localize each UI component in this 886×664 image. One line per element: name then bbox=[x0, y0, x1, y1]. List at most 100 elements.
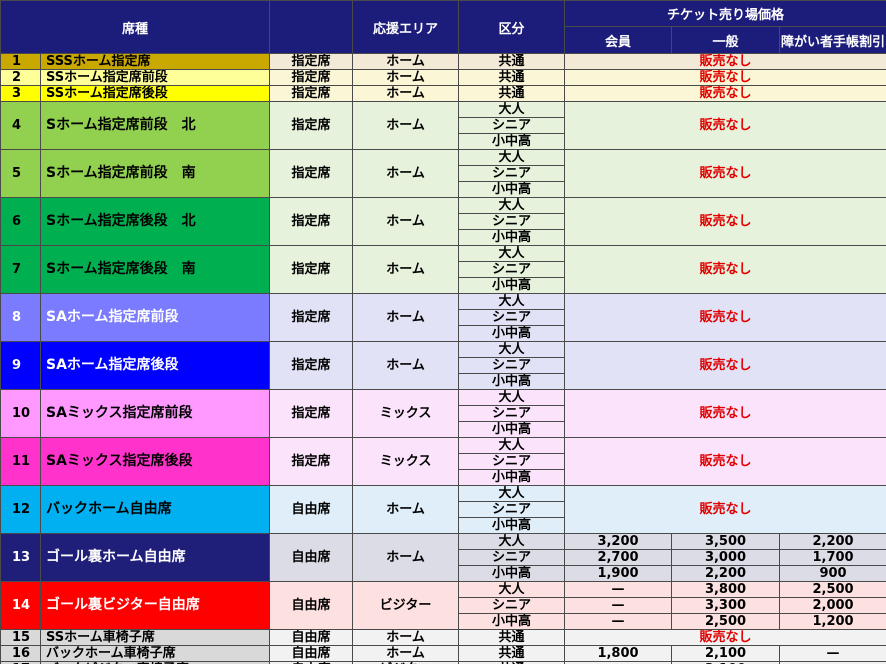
ticket-category: 大人 bbox=[458, 293, 566, 310]
seat-name: Sホーム指定席前段 南 bbox=[39, 149, 271, 198]
ticket-category: 大人 bbox=[458, 101, 566, 118]
ticket-category: 共通 bbox=[458, 69, 566, 86]
ticket-category: シニア bbox=[458, 549, 566, 566]
seat-class: 指定席 bbox=[269, 85, 354, 102]
price-member: 1,900 bbox=[564, 565, 673, 582]
price-disabled: — bbox=[779, 645, 886, 662]
ticket-category: 小中高 bbox=[458, 469, 566, 486]
table-row: 2 SSホーム指定席前段 指定席 ホーム 共通 販売なし bbox=[0, 69, 886, 86]
support-area: ホーム bbox=[352, 245, 460, 294]
price-disabled: 2,500 bbox=[779, 581, 886, 598]
seat-name: Sホーム指定席後段 南 bbox=[39, 245, 271, 294]
seat-rows: 1 SSSホーム指定席 指定席 ホーム 共通 販売なし 2 SSホーム指定席前段 指定席 ホーム共… bbox=[0, 53, 886, 664]
seat-number: 6 bbox=[0, 197, 41, 246]
ticket-category: 小中高 bbox=[458, 421, 566, 438]
seat-number: 1 bbox=[0, 53, 41, 70]
support-area: ホーム bbox=[352, 533, 460, 582]
price-member: 1,800 bbox=[564, 645, 673, 662]
ticket-category: 小中高 bbox=[458, 229, 566, 246]
not-sold-label: 販売なし bbox=[564, 341, 886, 390]
seat-name: Sホーム指定席前段 北 bbox=[39, 101, 271, 150]
seat-class: 指定席 bbox=[269, 293, 354, 342]
price-disabled: 1,700 bbox=[779, 549, 886, 566]
seat-number: 16 bbox=[0, 645, 41, 662]
ticket-category: 小中高 bbox=[458, 517, 566, 534]
price-member: 3,200 bbox=[564, 533, 673, 550]
price-general: 2,100 bbox=[671, 645, 781, 662]
not-sold-label: 販売なし bbox=[564, 293, 886, 342]
ticket-category: シニア bbox=[458, 213, 566, 230]
seat-class: 指定席 bbox=[269, 69, 354, 86]
seat-name: SAホーム指定席後段 bbox=[39, 341, 271, 390]
ticket-category: シニア bbox=[458, 261, 566, 278]
not-sold-label: 販売なし bbox=[564, 437, 886, 486]
seat-class: 指定席 bbox=[269, 53, 354, 70]
not-sold-label: 販売なし bbox=[564, 197, 886, 246]
ticket-category: シニア bbox=[458, 165, 566, 182]
ticket-category: シニア bbox=[458, 597, 566, 614]
seat-class: 自由席 bbox=[269, 645, 354, 662]
price-member: — bbox=[564, 597, 673, 614]
ticket-category: 大人 bbox=[458, 533, 566, 550]
seat-name: SAミックス指定席前段 bbox=[39, 389, 271, 438]
seat-class: 指定席 bbox=[269, 245, 354, 294]
support-area: ホーム bbox=[352, 69, 460, 86]
ticket-category: シニア bbox=[458, 309, 566, 326]
seat-number: 8 bbox=[0, 293, 41, 342]
table-row: 15 SSホーム車椅子席 自由席 ホーム 共通 販売なし bbox=[0, 629, 886, 646]
price-member: — bbox=[564, 613, 673, 630]
ticket-category: 大人 bbox=[458, 245, 566, 262]
header-disabled: 障がい者手帳割引 bbox=[779, 26, 886, 54]
ticket-category: 小中高 bbox=[458, 325, 566, 342]
seat-class: 自由席 bbox=[269, 485, 354, 534]
seat-name: Sホーム指定席後段 北 bbox=[39, 197, 271, 246]
table-row: 1 SSSホーム指定席 指定席 ホーム 共通 販売なし bbox=[0, 53, 886, 70]
price-member: — bbox=[564, 581, 673, 598]
not-sold-label: 販売なし bbox=[564, 149, 886, 198]
ticket-category: 小中高 bbox=[458, 133, 566, 150]
table-row: 4 Sホーム指定席前段 北指定席 ホーム 大人 販売なし bbox=[0, 101, 886, 150]
ticket-category: 大人 bbox=[458, 149, 566, 166]
seat-class: 指定席 bbox=[269, 341, 354, 390]
seat-number: 13 bbox=[0, 533, 41, 582]
table-row: 13 ゴール裏ホーム自由席 自由席 ホーム 大人 3,200 3,500 2,200 bbox=[0, 533, 886, 582]
ticket-category: 小中高 bbox=[458, 565, 566, 582]
header-member: 会員 bbox=[564, 26, 673, 54]
support-area: ホーム bbox=[352, 629, 460, 646]
ticket-category: 小中高 bbox=[458, 277, 566, 294]
header-area: 応援エリア bbox=[352, 0, 460, 54]
not-sold-label: 販売なし bbox=[564, 245, 886, 294]
price-general: 2,200 bbox=[671, 565, 781, 582]
price-disabled: 1,200 bbox=[779, 613, 886, 630]
seat-number: 7 bbox=[0, 245, 41, 294]
seat-name: SSホーム指定席前段 bbox=[39, 69, 271, 86]
ticket-category: シニア bbox=[458, 453, 566, 470]
seat-number: 14 bbox=[0, 581, 41, 630]
seat-name: SSホーム指定席後段 bbox=[39, 85, 271, 102]
ticket-category: 大人 bbox=[458, 389, 566, 406]
seat-class: 自由席 bbox=[269, 629, 354, 646]
ticket-category: 大人 bbox=[458, 437, 566, 454]
ticket-category: シニア bbox=[458, 405, 566, 422]
seat-class: 指定席 bbox=[269, 437, 354, 486]
price-general: 3,300 bbox=[671, 597, 781, 614]
ticket-category: 小中高 bbox=[458, 373, 566, 390]
ticket-category: シニア bbox=[458, 117, 566, 134]
ticket-category: 大人 bbox=[458, 485, 566, 502]
table-row: 10 SAミックス指定席前段 指定席 ミックス 大人 販売なし bbox=[0, 389, 886, 438]
price-general: 3,500 bbox=[671, 533, 781, 550]
support-area: ホーム bbox=[352, 341, 460, 390]
table-row: 11 SAミックス指定席後段 指定席 ミックス 大人 販売なし bbox=[0, 437, 886, 486]
seat-name: ゴール裏ホーム自由席 bbox=[39, 533, 271, 582]
seat-class: 指定席 bbox=[269, 149, 354, 198]
seat-number: 3 bbox=[0, 85, 41, 102]
price-general: 3,000 bbox=[671, 549, 781, 566]
seat-name: SAミックス指定席後段 bbox=[39, 437, 271, 486]
price-disabled: 2,000 bbox=[779, 597, 886, 614]
seat-name: SAホーム指定席前段 bbox=[39, 293, 271, 342]
support-area: ミックス bbox=[352, 389, 460, 438]
table-row: 5 Sホーム指定席前段 南指定席 ホーム 大人 販売なし bbox=[0, 149, 886, 198]
seat-class: 自由席 bbox=[269, 581, 354, 630]
price-general: 2,500 bbox=[671, 613, 781, 630]
support-area: ホーム bbox=[352, 485, 460, 534]
